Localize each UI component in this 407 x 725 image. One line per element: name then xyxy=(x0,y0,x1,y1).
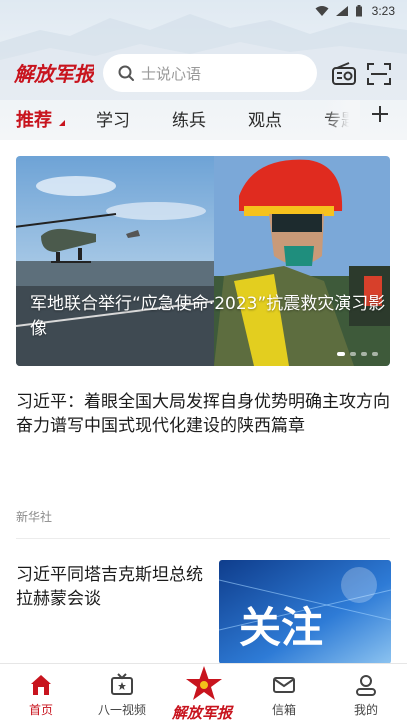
bottom-navigation: 首页 八一视频 解放军报 信箱 我的 xyxy=(0,663,407,725)
nav-profile[interactable]: 我的 xyxy=(331,664,401,725)
mail-icon xyxy=(273,677,295,693)
carousel-caption: 军地联合举行“应急使命·2023”抗震救灾演习影像 xyxy=(30,294,386,339)
status-bar: 3:23 xyxy=(0,0,407,22)
carousel-dot[interactable] xyxy=(361,352,367,356)
nav-label-mailbox: 信箱 xyxy=(271,703,296,717)
svg-text:解放军报: 解放军报 xyxy=(14,62,94,86)
search-placeholder: 士说心语 xyxy=(141,64,202,83)
featured-carousel[interactable]: 军地联合举行“应急使命·2023”抗震救灾演习影像 xyxy=(16,156,390,366)
carousel-dot[interactable] xyxy=(337,352,345,356)
search-bar[interactable]: 士说心语 xyxy=(103,54,317,92)
pla-star-logo-icon: 解放军报 xyxy=(171,666,234,722)
scan-icon[interactable] xyxy=(366,62,392,86)
search-icon xyxy=(118,65,134,81)
news-item-title[interactable]: 习近平同塔吉克斯坦总统拉赫蒙会谈 xyxy=(16,563,206,611)
home-icon xyxy=(31,675,51,695)
headline-article[interactable]: 习近平：着眼全国大局发挥自身优势明确主攻方向 奋力谱写中国式现代化建设的陕西篇章 xyxy=(16,390,390,438)
tab-recommend[interactable]: 推荐 xyxy=(16,106,52,132)
signal-icon xyxy=(335,6,348,16)
tab-fade xyxy=(324,100,360,134)
carousel-dot[interactable] xyxy=(372,352,378,356)
nav-label-video: 八一视频 xyxy=(97,703,146,717)
tab-active-indicator xyxy=(59,120,65,126)
divider xyxy=(16,538,390,539)
tab-opinion[interactable]: 观点 xyxy=(248,106,282,131)
nav-pla-daily[interactable]: 解放军报 xyxy=(168,662,240,724)
app-header: 3:23 解放军报 士说心语 推荐 学习 练兵 观点 专题 xyxy=(0,0,407,140)
carousel-dot[interactable] xyxy=(350,352,356,356)
news-thumbnail-image: 关注 xyxy=(219,560,391,664)
news-thumbnail[interactable]: 关注 xyxy=(219,560,391,664)
tab-study[interactable]: 学习 xyxy=(96,106,130,131)
nav-home[interactable]: 首页 xyxy=(6,664,76,725)
channel-tabs: 推荐 学习 练兵 观点 专题 xyxy=(0,100,407,134)
battery-icon xyxy=(355,5,362,17)
wifi-icon xyxy=(315,6,329,16)
article-source: 新华社 xyxy=(16,510,53,524)
svg-text:解放军报: 解放军报 xyxy=(171,704,234,722)
nav-video[interactable]: 八一视频 xyxy=(87,664,157,725)
radio-icon[interactable] xyxy=(331,62,357,86)
tab-training[interactable]: 练兵 xyxy=(172,106,206,131)
carousel-dots xyxy=(337,352,378,356)
jiefangjunbao-logo[interactable]: 解放军报 xyxy=(14,56,94,88)
nav-mailbox[interactable]: 信箱 xyxy=(249,664,319,725)
add-channel-icon[interactable] xyxy=(370,104,390,124)
tv-icon xyxy=(111,673,133,695)
nav-label-profile: 我的 xyxy=(353,703,378,717)
nav-label-home: 首页 xyxy=(28,703,53,717)
svg-text:关注: 关注 xyxy=(239,603,323,652)
user-icon xyxy=(356,675,376,696)
status-time: 3:23 xyxy=(371,4,395,18)
